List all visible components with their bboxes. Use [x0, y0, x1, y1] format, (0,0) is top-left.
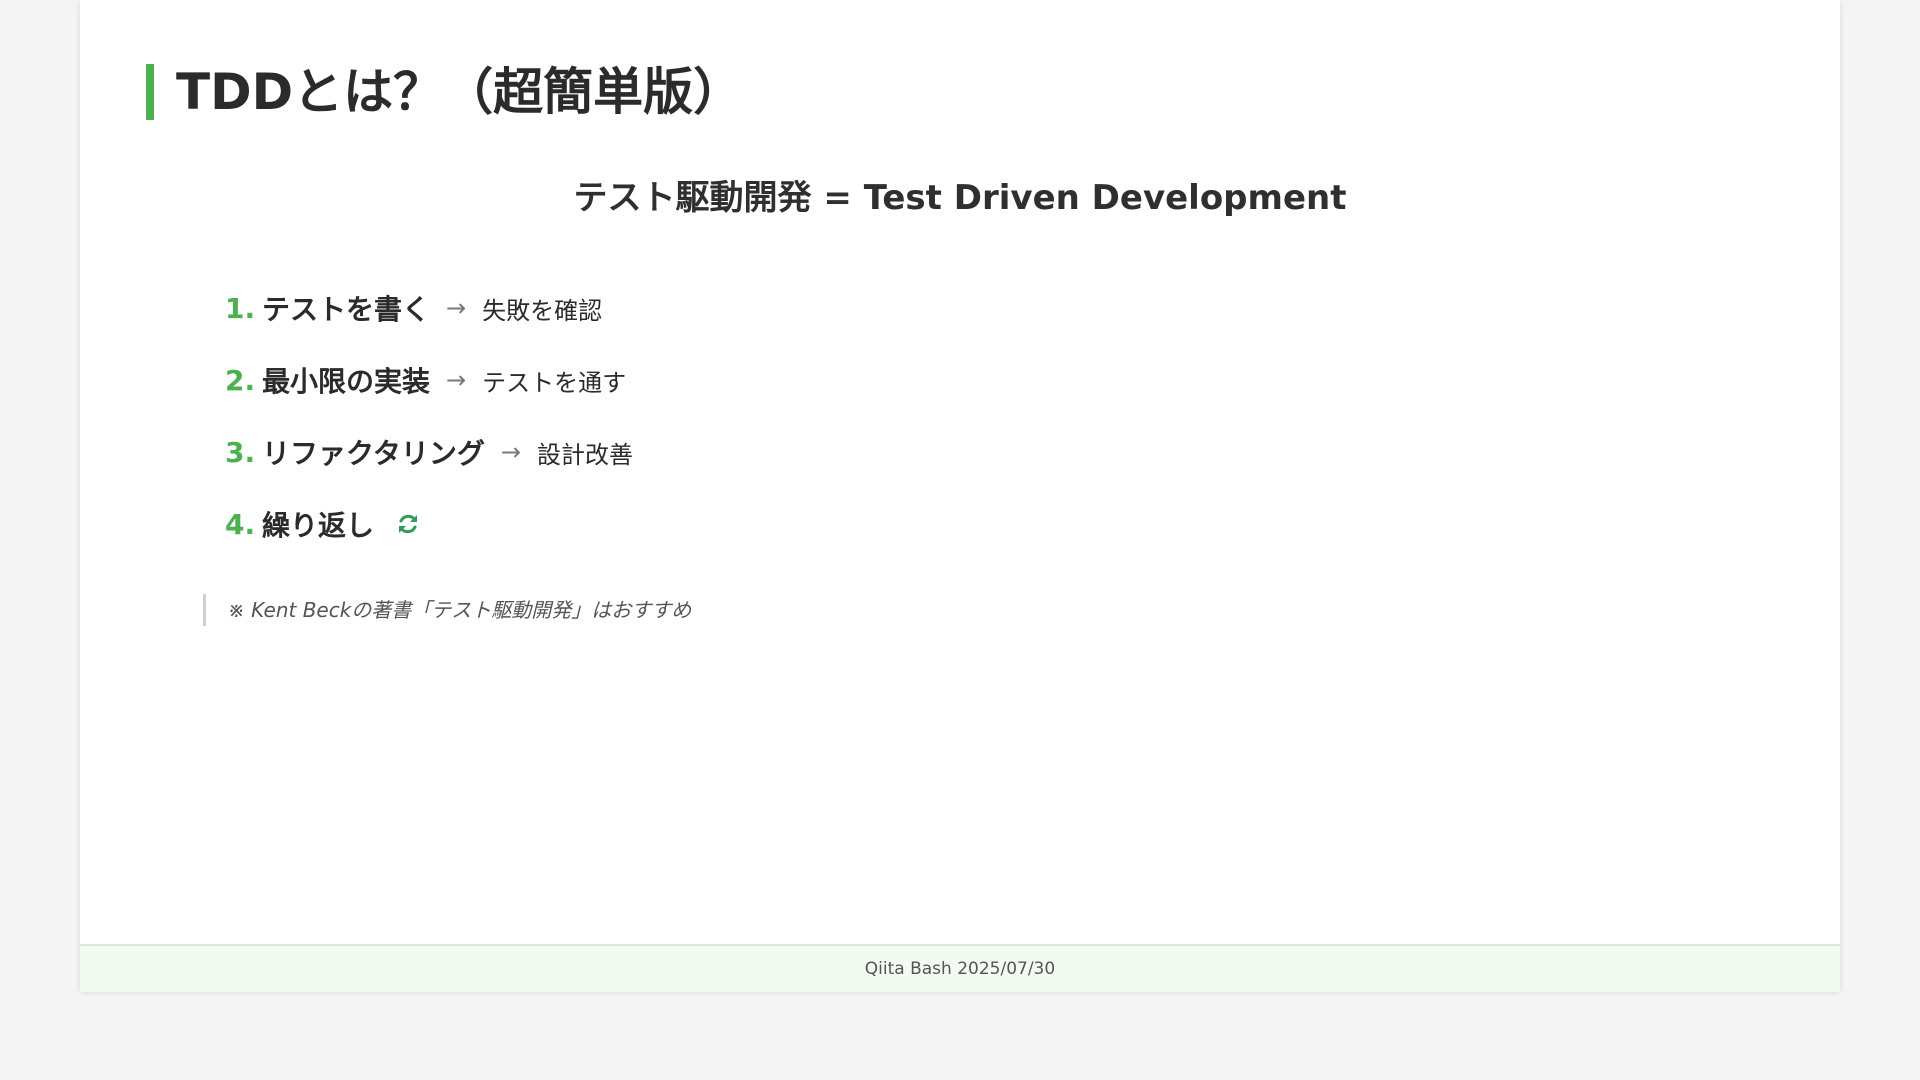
- arrow-icon: →: [446, 366, 467, 394]
- book-recommendation-note: ※ Kent Beckの著書「テスト駆動開発」はおすすめ: [203, 594, 691, 626]
- arrow-icon: →: [446, 294, 467, 322]
- list-item: 2. 最小限の実装 → テストを通す: [225, 344, 633, 416]
- step-number: 3.: [225, 435, 256, 469]
- slide-title: TDDとは？（超簡単版）: [146, 64, 743, 120]
- step-label: リファクタリング: [262, 437, 485, 470]
- step-result: 設計改善: [537, 440, 633, 469]
- list-item: 4. 繰り返し: [225, 488, 633, 560]
- slide: TDDとは？（超簡単版） テスト駆動開発 = Test Driven Devel…: [80, 0, 1840, 992]
- tdd-steps-list: 1. テストを書く → 失敗を確認 2. 最小限の実装 → テストを通す 3. …: [225, 272, 633, 560]
- step-label: 最小限の実装: [262, 365, 431, 398]
- step-number: 2.: [225, 363, 256, 397]
- refresh-icon: [396, 512, 420, 536]
- arrow-icon: →: [500, 438, 521, 466]
- slide-subtitle: テスト駆動開発 = Test Driven Development: [573, 178, 1347, 218]
- slide-footer: Qiita Bash 2025/07/30: [80, 944, 1840, 992]
- step-label: テストを書く: [262, 293, 431, 326]
- list-item: 1. テストを書く → 失敗を確認: [225, 272, 633, 344]
- list-item: 3. リファクタリング → 設計改善: [225, 416, 633, 488]
- step-label: 繰り返し: [262, 509, 375, 542]
- step-number: 4.: [225, 507, 256, 541]
- step-result: テストを通す: [482, 368, 627, 397]
- step-result: 失敗を確認: [482, 296, 603, 325]
- step-number: 1.: [225, 291, 256, 325]
